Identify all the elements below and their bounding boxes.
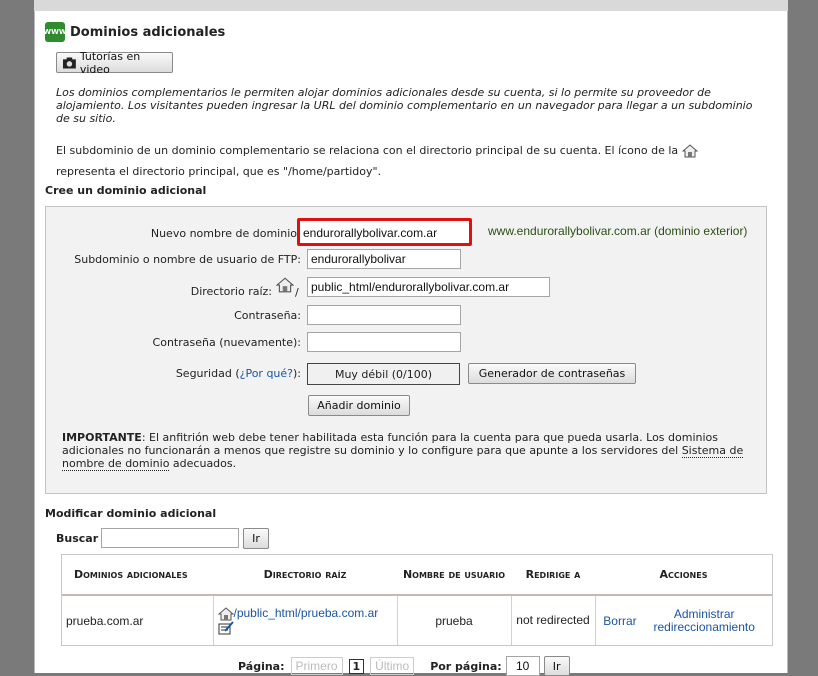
subdomain-text-1: El subdominio de un dominio complementar…: [56, 144, 679, 157]
per-page-label: Por página:: [430, 659, 502, 673]
password-strength-meter: Muy débil (0/100): [307, 363, 460, 385]
row-actions: Borrar Administrar redireccionamiento: [595, 595, 772, 645]
page-title-text: Dominios adicionales: [70, 24, 226, 40]
last-page-button[interactable]: Último: [370, 657, 415, 675]
delete-link[interactable]: Borrar: [603, 614, 636, 628]
password-again-input[interactable]: [307, 332, 461, 352]
row-username: prueba: [397, 595, 512, 645]
root-slash: /: [295, 286, 299, 299]
col-domains[interactable]: Dominios adicionales: [62, 555, 213, 596]
manage-redirect-link[interactable]: Administrar redireccionamiento: [644, 607, 764, 634]
per-page-go-button[interactable]: Ir: [543, 656, 570, 676]
page-label: Página:: [238, 659, 285, 673]
edit-icon[interactable]: [218, 621, 234, 635]
ftp-label: Subdominio o nombre de usuario de FTP:: [74, 253, 301, 266]
security-label: Seguridad (¿Por qué?):: [46, 367, 301, 380]
domain-hint: www.endurorallybolivar.com.ar (dominio e…: [488, 224, 748, 238]
root-dir-label: Directorio raíz:: [190, 285, 272, 298]
important-note: IMPORTANTE: El anfitrión web debe tener …: [62, 431, 762, 471]
why-link[interactable]: ¿Por qué?: [240, 367, 293, 380]
ftp-input[interactable]: endurorallybolivar: [307, 249, 461, 269]
important-text-end: adecuados.: [169, 457, 237, 470]
video-tutorials-label: Tutorías en video: [79, 49, 141, 76]
home-dir-icon: [276, 277, 294, 293]
table-header-row: Dominios adicionales Directorio raíz Nom…: [62, 555, 772, 596]
current-page[interactable]: 1: [348, 658, 365, 674]
www-domain-icon: WWW: [43, 22, 67, 42]
search-go-button[interactable]: Ir: [243, 528, 269, 549]
security-label-pre: Seguridad (: [175, 367, 240, 380]
row-root-dir: /public_html/prueba.com.ar: [213, 595, 398, 645]
create-form: Nuevo nombre de dominio endurorallyboliv…: [45, 206, 767, 494]
row-redirect: not redirected: [511, 595, 596, 645]
col-username[interactable]: Nombre de usuario: [397, 555, 511, 596]
important-text: : El anfitrión web debe tener habilitada…: [62, 431, 718, 457]
password-again-label: Contraseña (nuevamente):: [152, 336, 301, 349]
addon-domains-table: Dominios adicionales Directorio raíz Nom…: [62, 555, 772, 645]
password-input[interactable]: [307, 305, 461, 325]
home-dir-icon: [217, 606, 234, 620]
password-label: Contraseña:: [234, 309, 301, 322]
domain-input[interactable]: endurorallybolivar.com.ar: [297, 218, 472, 246]
subdomain-text-2: representa el directorio principal, que …: [56, 165, 382, 178]
col-redirects[interactable]: Redirige a: [511, 555, 595, 596]
root-dir-input[interactable]: public_html/endurorallybolivar.com.ar: [307, 277, 550, 297]
important-label: IMPORTANTE: [62, 431, 142, 444]
page-title: WWW Dominios adicionales: [43, 22, 226, 42]
row-domain: prueba.com.ar: [62, 595, 214, 645]
modify-section-title: Modificar dominio adicional: [45, 507, 217, 520]
first-page-button[interactable]: Primero: [290, 657, 343, 675]
search-label: Buscar: [56, 532, 99, 545]
add-domain-button[interactable]: Añadir dominio: [308, 395, 410, 416]
addon-domains-table-wrap: Dominios adicionales Directorio raíz Nom…: [61, 554, 773, 646]
table-row: prueba.com.ar /public_html/prueba.com.ar…: [62, 595, 772, 645]
create-section-title: Cree un dominio adicional: [45, 184, 207, 197]
addon-domains-panel: WWW Dominios adicionales Tutorías en vid…: [34, 11, 788, 676]
col-actions: Acciones: [595, 555, 772, 596]
camera-icon: [63, 56, 76, 69]
subdomain-explanation: El subdominio de un dominio complementar…: [56, 140, 766, 182]
video-tutorials-button[interactable]: Tutorías en video: [56, 49, 173, 76]
pagination: Página: Primero 1 Último Por página: 10 …: [238, 656, 570, 676]
per-page-input[interactable]: 10: [505, 656, 540, 676]
home-icon: [681, 144, 698, 158]
password-generator-button[interactable]: Generador de contraseñas: [468, 363, 636, 384]
search-input[interactable]: [101, 528, 239, 548]
col-root-dir[interactable]: Directorio raíz: [213, 555, 397, 596]
root-dir-link[interactable]: /public_html/prueba.com.ar: [234, 606, 379, 620]
security-label-post: ):: [293, 367, 301, 380]
domain-label: Nuevo nombre de dominio: [150, 227, 297, 240]
intro-text: Los dominios complementarios le permiten…: [56, 86, 753, 125]
